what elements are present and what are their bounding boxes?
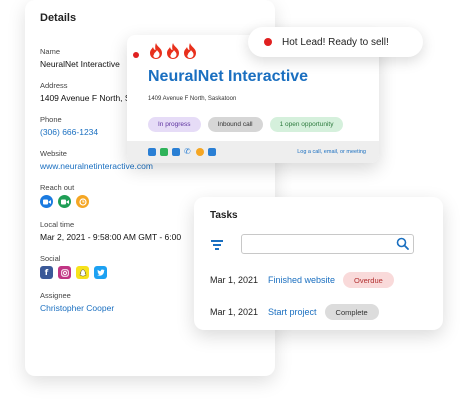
flame-icon — [150, 43, 162, 59]
tasks-card: Tasks Mar 1, 2021 Finished website Overd… — [194, 197, 443, 330]
company-address: 1409 Avenue F North, Saskatoon — [148, 96, 237, 102]
task-date: Mar 1, 2021 — [210, 275, 259, 285]
meet-icon[interactable] — [58, 195, 71, 208]
status-badge: Complete — [324, 304, 379, 320]
open-opportunity-chip[interactable]: 1 open opportunity — [269, 117, 344, 132]
in-progress-chip[interactable]: In progress — [148, 117, 201, 132]
inbound-call-chip[interactable]: Inbound call — [207, 117, 263, 132]
hot-lead-indicator — [264, 38, 272, 46]
contact-card-icon[interactable] — [172, 148, 180, 156]
instagram-icon[interactable] — [58, 266, 71, 279]
tasks-title: Tasks — [210, 210, 238, 221]
company-name: NeuralNet Interactive — [148, 68, 309, 85]
clock-icon[interactable] — [196, 148, 204, 156]
clock-app-icon[interactable] — [76, 195, 89, 208]
task-date: Mar 1, 2021 — [210, 307, 259, 317]
log-activity-link[interactable]: Log a call, email, or meeting — [297, 149, 366, 155]
hot-lead-toast: Hot Lead! Ready to sell! — [248, 27, 423, 57]
task-link[interactable]: Start project — [268, 307, 317, 317]
hot-lead-flames — [148, 42, 198, 60]
status-chips: In progress Inbound call 1 open opportun… — [148, 117, 344, 132]
filter-icon[interactable] — [210, 240, 224, 250]
calendar-icon[interactable] — [208, 148, 216, 156]
document-icon[interactable] — [148, 148, 156, 156]
task-search-input[interactable] — [241, 234, 414, 254]
video-icon[interactable] — [40, 195, 53, 208]
stage: Details Name NeuralNet Interactive Addre… — [0, 0, 463, 406]
activity-toolbar: ✆ Log a call, email, or meeting — [127, 141, 379, 163]
twitter-icon[interactable] — [94, 266, 107, 279]
task-row: Mar 1, 2021 Finished website Overdue — [210, 271, 394, 289]
hot-lead-text: Hot Lead! Ready to sell! — [282, 36, 389, 48]
email-icon[interactable] — [160, 148, 168, 156]
reach-out-label: Reach out — [40, 183, 75, 192]
status-badge: Overdue — [343, 272, 394, 288]
task-link[interactable]: Finished website — [268, 275, 335, 285]
task-row: Mar 1, 2021 Start project Complete — [210, 303, 379, 321]
hot-lead-dot — [133, 52, 139, 58]
flame-icon — [167, 43, 179, 59]
flame-icon — [184, 43, 196, 59]
phone-icon[interactable]: ✆ — [184, 148, 192, 156]
details-title: Details — [40, 12, 77, 24]
search-icon[interactable] — [396, 237, 409, 250]
snapchat-icon[interactable] — [76, 266, 89, 279]
facebook-icon[interactable]: f — [40, 266, 53, 279]
